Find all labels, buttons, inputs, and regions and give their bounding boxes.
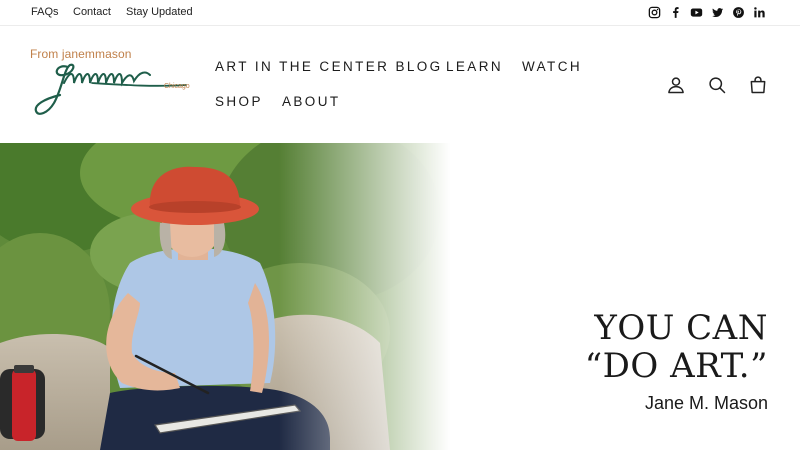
site-logo[interactable]: From janemmason Chicago (30, 47, 190, 123)
nav-learn[interactable]: LEARN (446, 59, 503, 74)
nav-art-in-the-center-blog[interactable]: ART IN THE CENTER BLOG (215, 59, 443, 74)
youtube-icon[interactable] (689, 5, 703, 19)
facebook-icon[interactable] (668, 5, 682, 19)
contact-link[interactable]: Contact (73, 6, 111, 18)
faqs-link[interactable]: FAQs (31, 6, 59, 18)
logo-city-text: Chicago (164, 83, 190, 90)
account-icon[interactable] (666, 75, 686, 95)
pinterest-icon[interactable] (731, 5, 745, 19)
nav-shop[interactable]: SHOP (215, 94, 263, 109)
stay-updated-link[interactable]: Stay Updated (126, 6, 193, 18)
hero-heading-line1: YOU CAN (594, 308, 768, 348)
site-header: From janemmason Chicago ART IN THE CENTE… (0, 27, 800, 143)
hero-banner: YOU CAN “DO ART.” Jane M. Mason (0, 143, 800, 450)
twitter-icon[interactable] (710, 5, 724, 19)
instagram-icon[interactable] (647, 5, 661, 19)
linkedin-icon[interactable] (752, 5, 766, 19)
hero-photo (0, 143, 450, 450)
nav-about[interactable]: ABOUT (282, 94, 341, 109)
hero-heading-line2: “DO ART.” (584, 346, 768, 386)
signature-graphic (34, 63, 187, 115)
search-icon[interactable] (707, 75, 727, 95)
hero-text-block: YOU CAN “DO ART.” Jane M. Mason (585, 309, 768, 414)
logo-from-text: From janemmason (30, 47, 132, 61)
social-links (647, 5, 766, 19)
nav-watch[interactable]: WATCH (522, 59, 582, 74)
hero-subheading: Jane M. Mason (644, 393, 768, 413)
utility-bar: FAQs Contact Stay Updated (0, 0, 800, 26)
cart-icon[interactable] (748, 75, 768, 95)
